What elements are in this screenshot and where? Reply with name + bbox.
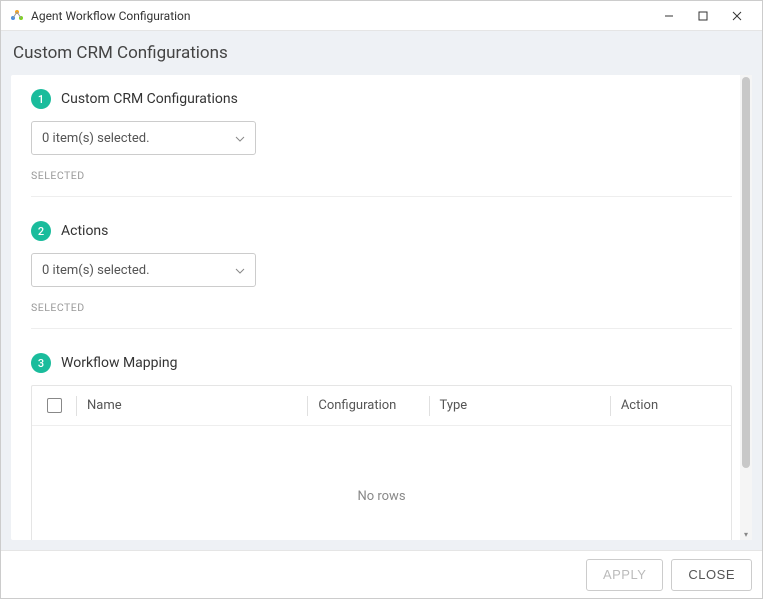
dialog-footer: APPLY CLOSE bbox=[1, 550, 762, 598]
chevron-down-icon bbox=[235, 131, 245, 146]
apply-button[interactable]: APPLY bbox=[586, 559, 663, 591]
actions-selected-label: SELECTED bbox=[31, 301, 732, 314]
select-all-checkbox[interactable] bbox=[47, 398, 62, 413]
section-title-actions: Actions bbox=[61, 223, 108, 239]
actions-dropdown-value: 0 item(s) selected. bbox=[42, 263, 150, 278]
window-controls bbox=[652, 1, 754, 31]
section-header-mapping: 3 Workflow Mapping bbox=[31, 353, 732, 373]
step-badge-1: 1 bbox=[31, 89, 51, 109]
divider bbox=[31, 328, 732, 329]
minimize-button[interactable] bbox=[652, 1, 686, 31]
empty-rows-text: No rows bbox=[357, 489, 405, 504]
crm-dropdown-value: 0 item(s) selected. bbox=[42, 131, 150, 146]
close-button[interactable] bbox=[720, 1, 754, 31]
window-titlebar: Agent Workflow Configuration bbox=[1, 1, 762, 31]
section-mapping: 3 Workflow Mapping Name Configuration Ty… bbox=[31, 353, 732, 540]
maximize-button[interactable] bbox=[686, 1, 720, 31]
column-header-type[interactable]: Type bbox=[430, 386, 610, 425]
main-card: 1 Custom CRM Configurations 0 item(s) se… bbox=[11, 75, 752, 540]
actions-dropdown[interactable]: 0 item(s) selected. bbox=[31, 253, 256, 287]
scroll-down-icon[interactable]: ▾ bbox=[740, 528, 752, 540]
select-all-cell bbox=[32, 386, 76, 425]
scrollbar-thumb[interactable] bbox=[742, 77, 750, 468]
column-header-name[interactable]: Name bbox=[77, 386, 307, 425]
section-header-actions: 2 Actions bbox=[31, 221, 732, 241]
vertical-scrollbar[interactable]: ▾ bbox=[740, 75, 752, 540]
crm-selected-label: SELECTED bbox=[31, 169, 732, 182]
section-crm: 1 Custom CRM Configurations 0 item(s) se… bbox=[31, 89, 732, 203]
mapping-table: Name Configuration Type Action No rows bbox=[31, 385, 732, 540]
close-dialog-button[interactable]: CLOSE bbox=[671, 559, 752, 591]
app-icon bbox=[9, 8, 25, 24]
step-badge-3: 3 bbox=[31, 353, 51, 373]
section-title-mapping: Workflow Mapping bbox=[61, 355, 178, 371]
content-area: 1 Custom CRM Configurations 0 item(s) se… bbox=[1, 75, 762, 550]
section-actions: 2 Actions 0 item(s) selected. SELECTED bbox=[31, 221, 732, 335]
table-header-row: Name Configuration Type Action bbox=[32, 386, 731, 426]
window-title: Agent Workflow Configuration bbox=[31, 9, 652, 23]
page-header: Custom CRM Configurations bbox=[1, 31, 762, 75]
section-title-crm: Custom CRM Configurations bbox=[61, 91, 238, 107]
column-header-action[interactable]: Action bbox=[611, 386, 731, 425]
step-badge-2: 2 bbox=[31, 221, 51, 241]
table-body: No rows bbox=[32, 426, 731, 540]
chevron-down-icon bbox=[235, 263, 245, 278]
page-title: Custom CRM Configurations bbox=[13, 43, 750, 63]
crm-dropdown[interactable]: 0 item(s) selected. bbox=[31, 121, 256, 155]
divider bbox=[31, 196, 732, 197]
column-header-configuration[interactable]: Configuration bbox=[308, 386, 428, 425]
section-header-crm: 1 Custom CRM Configurations bbox=[31, 89, 732, 109]
